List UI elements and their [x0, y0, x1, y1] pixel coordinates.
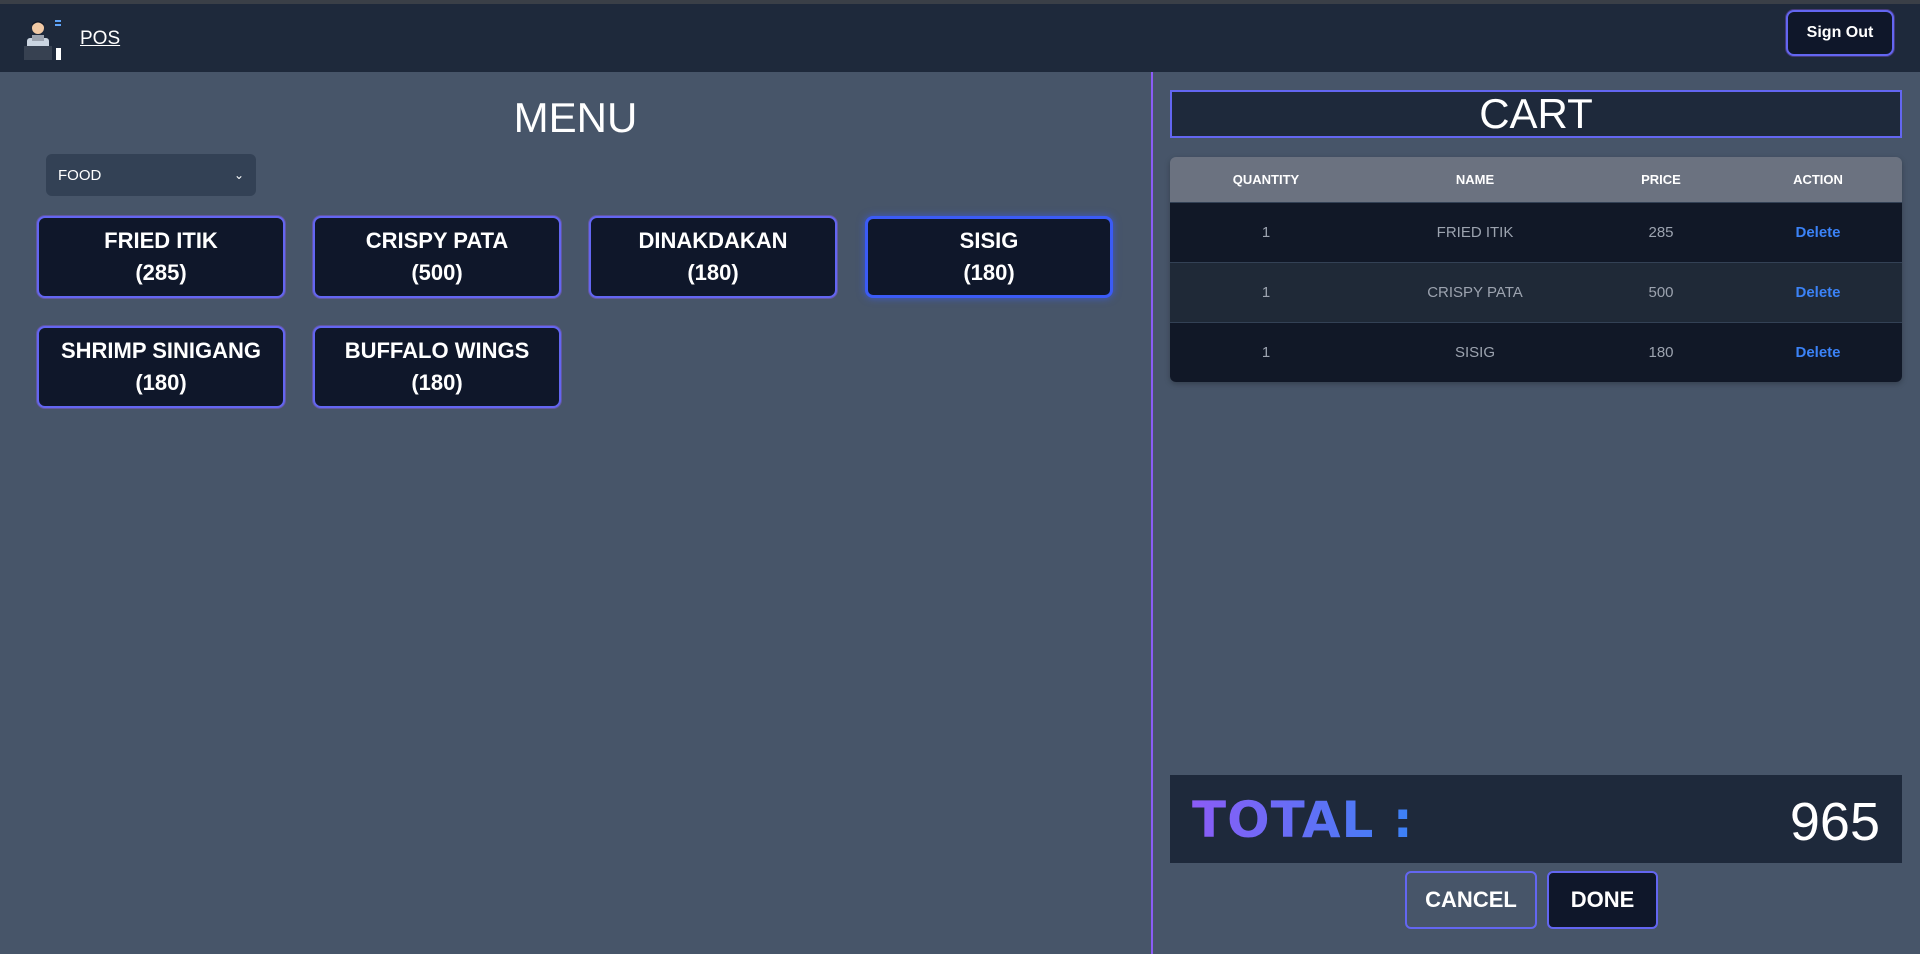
menu-item-price: (285): [135, 260, 187, 285]
menu-item-buffalo-wings[interactable]: BUFFALO WINGS (180): [313, 326, 561, 408]
category-select[interactable]: FOOD ⌄: [46, 154, 256, 196]
cell-price: 180: [1648, 344, 1674, 361]
cart-table-header: QUANTITY NAME PRICE ACTION: [1170, 157, 1902, 202]
done-button[interactable]: DONE: [1547, 871, 1658, 929]
menu-item-price: (180): [687, 260, 739, 285]
menu-item-crispy-pata[interactable]: CRISPY PATA (500): [313, 216, 561, 298]
cart-table: QUANTITY NAME PRICE ACTION 1 FRIED ITIK …: [1170, 157, 1902, 382]
delete-link[interactable]: Delete: [1734, 284, 1902, 301]
total-label: TOTAL :: [1192, 791, 1414, 849]
total-value: 965: [1789, 792, 1880, 852]
menu-item-name: SISIG: [959, 228, 1019, 253]
menu-item-name: FRIED ITIK: [104, 228, 218, 253]
menu-item-price: (180): [963, 260, 1015, 285]
cell-quantity: 1: [1261, 284, 1271, 301]
delete-link[interactable]: Delete: [1734, 224, 1902, 241]
column-header-action: ACTION: [1793, 172, 1843, 187]
menu-item-name: BUFFALO WINGS: [344, 338, 530, 363]
menu-item-name: CRISPY PATA: [365, 228, 509, 253]
brand-link[interactable]: POS: [80, 28, 120, 50]
sign-out-button[interactable]: Sign Out: [1786, 10, 1894, 56]
cashier-logo-icon[interactable]: [24, 18, 64, 62]
delete-link[interactable]: Delete: [1734, 344, 1902, 361]
menu-item-sisig[interactable]: SISIG (180): [865, 216, 1113, 298]
cell-price: 500: [1648, 284, 1674, 301]
menu-item-name: SHRIMP SINIGANG: [60, 338, 262, 363]
menu-item-name: DINAKDAKAN: [638, 228, 788, 253]
column-header-price: PRICE: [1641, 172, 1681, 187]
cancel-button[interactable]: CANCEL: [1405, 871, 1537, 929]
cell-price: 285: [1648, 224, 1674, 241]
navbar: POS Sign Out: [0, 4, 1920, 72]
cell-quantity: 1: [1261, 224, 1271, 241]
category-selected-value: FOOD: [58, 166, 102, 184]
panel-divider: [1151, 72, 1153, 954]
cell-quantity: 1: [1261, 344, 1271, 361]
total-bar: TOTAL : 965: [1170, 775, 1902, 863]
table-row: 1 CRISPY PATA 500 Delete: [1170, 262, 1902, 322]
menu-item-dinakdakan[interactable]: DINAKDAKAN (180): [589, 216, 837, 298]
cart-title: CART: [1170, 90, 1902, 138]
table-row: 1 FRIED ITIK 285 Delete: [1170, 202, 1902, 262]
menu-item-price: (500): [411, 260, 463, 285]
menu-item-shrimp-sinigang[interactable]: SHRIMP SINIGANG (180): [37, 326, 285, 408]
cell-name: CRISPY PATA: [1427, 284, 1523, 301]
cell-name: SISIG: [1454, 344, 1495, 361]
cell-name: FRIED ITIK: [1436, 224, 1514, 241]
column-header-name: NAME: [1455, 172, 1495, 187]
menu-item-price: (180): [135, 370, 187, 395]
menu-item-fried-itik[interactable]: FRIED ITIK (285): [37, 216, 285, 298]
menu-item-price: (180): [411, 370, 463, 395]
menu-title: MENU: [513, 94, 638, 141]
column-header-quantity: QUANTITY: [1232, 172, 1300, 187]
table-row: 1 SISIG 180 Delete: [1170, 322, 1902, 382]
chevron-down-icon: ⌄: [233, 168, 244, 182]
